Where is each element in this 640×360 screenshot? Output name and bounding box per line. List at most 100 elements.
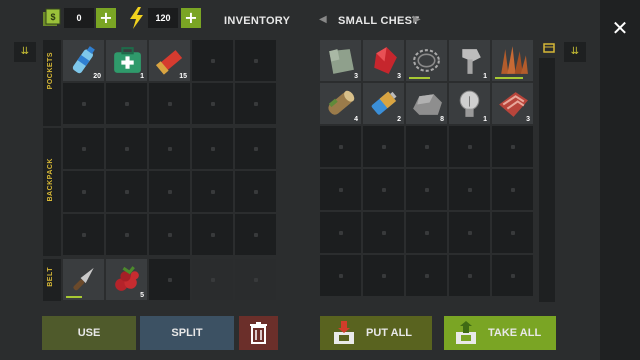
trash-button[interactable] — [239, 316, 278, 350]
item-slot[interactable]: 3 — [320, 40, 361, 81]
item-slot[interactable] — [406, 40, 447, 81]
empty-slot[interactable] — [235, 83, 276, 124]
item-slot[interactable]: 2 — [363, 83, 404, 124]
close-button[interactable]: ✕ — [606, 14, 634, 42]
item-slot[interactable] — [492, 40, 533, 81]
empty-slot[interactable] — [63, 171, 104, 212]
item-slot[interactable]: 3 — [492, 83, 533, 124]
light-bulb-icon — [452, 86, 487, 121]
empty-slot[interactable] — [106, 214, 147, 255]
empty-slot[interactable] — [235, 214, 276, 255]
item-quantity: 1 — [483, 116, 487, 123]
item-slot[interactable]: 15 — [149, 40, 190, 81]
item-slot[interactable]: 4 — [320, 83, 361, 124]
put-all-icon — [332, 320, 356, 346]
next-container-arrow[interactable]: ▶ — [413, 14, 421, 25]
pockets-label-bar: POCKETS — [43, 40, 61, 126]
item-slot[interactable] — [63, 259, 104, 300]
empty-slot[interactable] — [63, 83, 104, 124]
empty-slot[interactable] — [492, 169, 533, 210]
spikes-icon — [495, 43, 530, 78]
sort-chest-button[interactable]: ⇊ — [564, 42, 586, 62]
item-slot[interactable]: 8 — [406, 83, 447, 124]
empty-slot[interactable] — [449, 212, 490, 253]
empty-slot[interactable] — [449, 169, 490, 210]
empty-slot[interactable] — [235, 171, 276, 212]
barbed-wire-icon — [409, 43, 444, 78]
empty-slot[interactable] — [149, 171, 190, 212]
item-quantity: 2 — [397, 116, 401, 123]
battery-icon — [366, 86, 401, 121]
item-quantity: 3 — [354, 73, 358, 80]
empty-slot[interactable] — [106, 128, 147, 169]
empty-slot[interactable] — [192, 83, 233, 124]
empty-slot[interactable] — [492, 255, 533, 296]
empty-slot[interactable] — [320, 169, 361, 210]
empty-slot[interactable] — [235, 40, 276, 81]
sort-inventory-button[interactable]: ⇊ — [14, 42, 36, 62]
durability-bar — [495, 77, 523, 79]
empty-slot[interactable] — [192, 259, 233, 300]
empty-slot[interactable] — [406, 169, 447, 210]
item-quantity: 8 — [440, 116, 444, 123]
use-button[interactable]: USE — [42, 316, 136, 350]
item-slot[interactable]: 1 — [449, 40, 490, 81]
first-aid-kit-icon — [109, 43, 144, 78]
item-quantity: 3 — [397, 73, 401, 80]
backpack-label-bar: BACKPACK — [43, 128, 61, 256]
money-value: 0 — [64, 8, 94, 28]
chest-scrollbar[interactable] — [539, 58, 555, 302]
empty-slot[interactable] — [492, 212, 533, 253]
lightning-icon — [128, 6, 146, 30]
empty-slot[interactable] — [449, 255, 490, 296]
item-quantity: 15 — [179, 73, 187, 80]
empty-slot[interactable] — [149, 259, 190, 300]
svg-text:$: $ — [50, 12, 55, 22]
add-money-button[interactable]: + — [96, 8, 116, 28]
item-slot[interactable]: 5 — [106, 259, 147, 300]
empty-slot[interactable] — [106, 171, 147, 212]
knife-icon — [66, 262, 101, 297]
take-all-icon — [454, 320, 478, 346]
right-strip — [600, 0, 640, 360]
empty-slot[interactable] — [363, 212, 404, 253]
empty-slot[interactable] — [235, 128, 276, 169]
empty-slot[interactable] — [192, 40, 233, 81]
split-button[interactable]: SPLIT — [140, 316, 234, 350]
empty-slot[interactable] — [149, 214, 190, 255]
put-all-button[interactable]: PUT ALL — [320, 316, 432, 350]
pockets-grid: 20 1 15 — [63, 40, 276, 124]
empty-slot[interactable] — [149, 83, 190, 124]
item-quantity: 4 — [354, 116, 358, 123]
item-slot[interactable]: 1 — [449, 83, 490, 124]
empty-slot[interactable] — [363, 255, 404, 296]
item-slot[interactable]: 1 — [106, 40, 147, 81]
empty-slot[interactable] — [149, 128, 190, 169]
empty-slot[interactable] — [320, 255, 361, 296]
item-quantity: 1 — [140, 73, 144, 80]
item-slot[interactable]: 20 — [63, 40, 104, 81]
prev-container-arrow[interactable]: ◀ — [319, 14, 327, 25]
empty-slot[interactable] — [63, 214, 104, 255]
empty-slot[interactable] — [492, 126, 533, 167]
empty-slot[interactable] — [320, 212, 361, 253]
empty-slot[interactable] — [449, 126, 490, 167]
empty-slot[interactable] — [235, 259, 276, 300]
take-all-button[interactable]: TAKE ALL — [444, 316, 556, 350]
empty-slot[interactable] — [406, 126, 447, 167]
empty-slot[interactable] — [363, 126, 404, 167]
belt-label-bar: BELT — [43, 259, 61, 301]
empty-slot[interactable] — [320, 126, 361, 167]
empty-slot[interactable] — [63, 128, 104, 169]
empty-slot[interactable] — [406, 212, 447, 253]
empty-slot[interactable] — [192, 214, 233, 255]
put-all-label: PUT ALL — [366, 327, 413, 339]
empty-slot[interactable] — [192, 128, 233, 169]
add-energy-button[interactable]: + — [181, 8, 201, 28]
empty-slot[interactable] — [192, 171, 233, 212]
bolt-icon — [452, 43, 487, 78]
empty-slot[interactable] — [106, 83, 147, 124]
item-slot[interactable]: 3 — [363, 40, 404, 81]
empty-slot[interactable] — [363, 169, 404, 210]
empty-slot[interactable] — [406, 255, 447, 296]
